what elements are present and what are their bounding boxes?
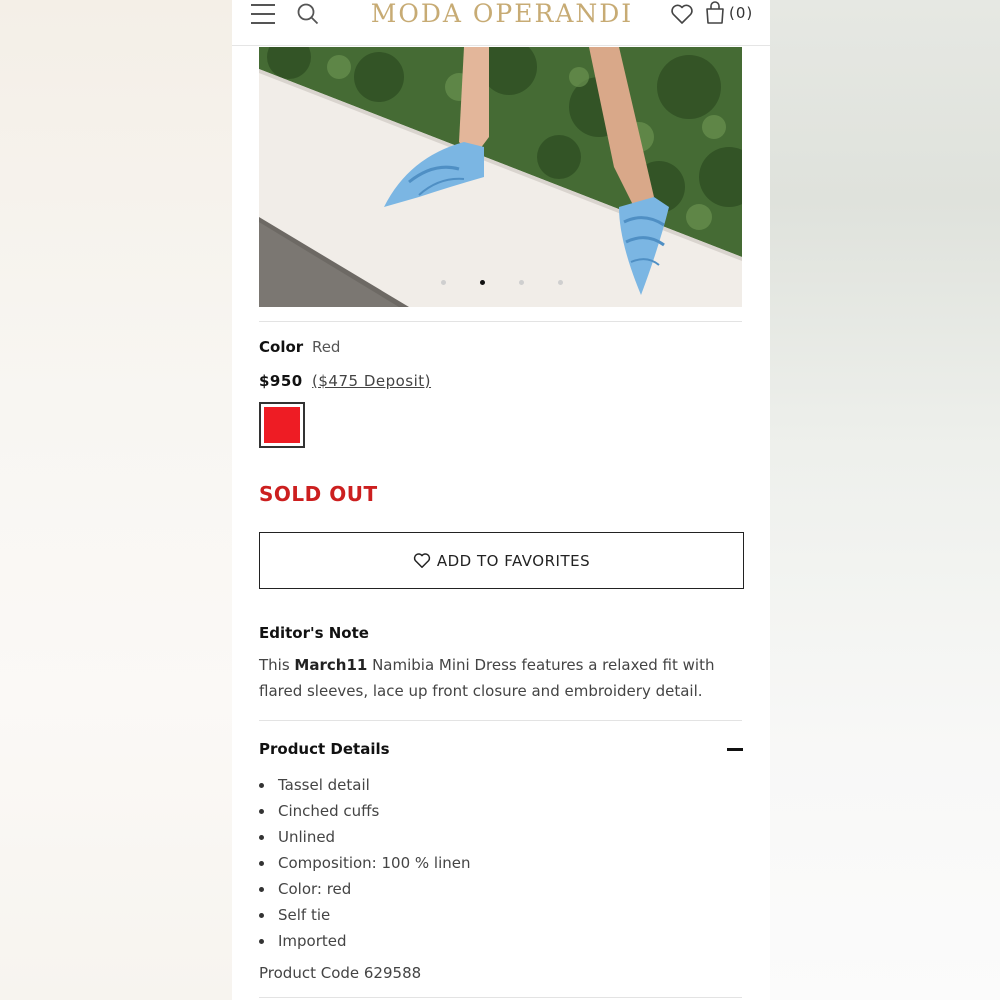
divider [259,720,742,721]
gallery-dot[interactable] [441,280,446,285]
detail-item: Color: red [259,876,471,902]
brand-logo[interactable]: MODA OPERANDI [352,0,652,28]
bag-count[interactable]: (0) [729,4,753,22]
detail-item: Tassel detail [259,772,471,798]
detail-item: Composition: 100 % linen [259,850,471,876]
product-code: Product Code 629588 [259,964,422,982]
product-details-list: Tassel detail Cinched cuffs Unlined Comp… [259,772,471,954]
header-bar: MODA OPERANDI (0) [232,0,770,46]
price: $950 [259,372,303,390]
designer-name: March11 [294,656,368,674]
color-label: Color [259,338,304,356]
search-icon[interactable] [296,2,320,26]
divider [259,321,742,322]
sold-out-status: SOLD OUT [259,482,378,506]
product-details-title[interactable]: Product Details [259,740,390,758]
swatch-fill [264,407,300,443]
detail-item: Cinched cuffs [259,798,471,824]
gallery-dot-active[interactable] [480,280,485,285]
gallery-dot[interactable] [558,280,563,285]
heart-icon [413,553,431,568]
divider [259,997,742,998]
detail-item: Imported [259,928,471,954]
product-photo[interactable] [259,47,742,307]
gallery-pagination [232,280,770,290]
color-swatch-red[interactable] [259,402,305,448]
color-info: Color Red [259,338,340,356]
favorites-heart-icon[interactable] [670,3,694,25]
editors-note-prefix: This [259,656,295,674]
background-right [770,0,1000,1000]
add-to-favorites-label: ADD TO FAVORITES [436,551,591,570]
background-left [0,0,232,1000]
collapse-minus-icon[interactable] [727,748,743,751]
color-value: Red [311,338,341,356]
gallery-dot[interactable] [519,280,524,285]
price-info: $950 ($475 Deposit) [259,372,431,390]
detail-item: Self tie [259,902,471,928]
editors-note-title: Editor's Note [259,624,369,642]
detail-item: Unlined [259,824,471,850]
deposit-link[interactable]: ($475 Deposit) [312,372,431,390]
product-page: MODA OPERANDI (0) Color Red $950 ($475 D… [232,0,770,1000]
shopping-bag-icon[interactable] [704,1,726,25]
menu-icon[interactable] [251,4,275,24]
editors-note-text: This March11 Namibia Mini Dress features… [259,652,729,704]
add-to-favorites-button[interactable]: ADD TO FAVORITES [259,532,744,589]
